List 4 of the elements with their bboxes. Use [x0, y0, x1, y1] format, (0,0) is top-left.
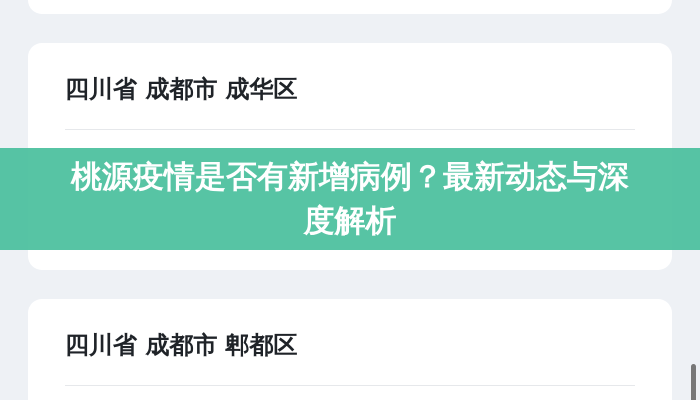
- scrollbar-thumb[interactable]: [691, 364, 696, 400]
- region-title: 四川省 成都市 郫都区: [65, 330, 299, 361]
- region-title: 四川省 成都市 成华区: [65, 74, 299, 105]
- headline-text: 桃源疫情是否有新增病例？最新动态与深度解析: [70, 158, 630, 241]
